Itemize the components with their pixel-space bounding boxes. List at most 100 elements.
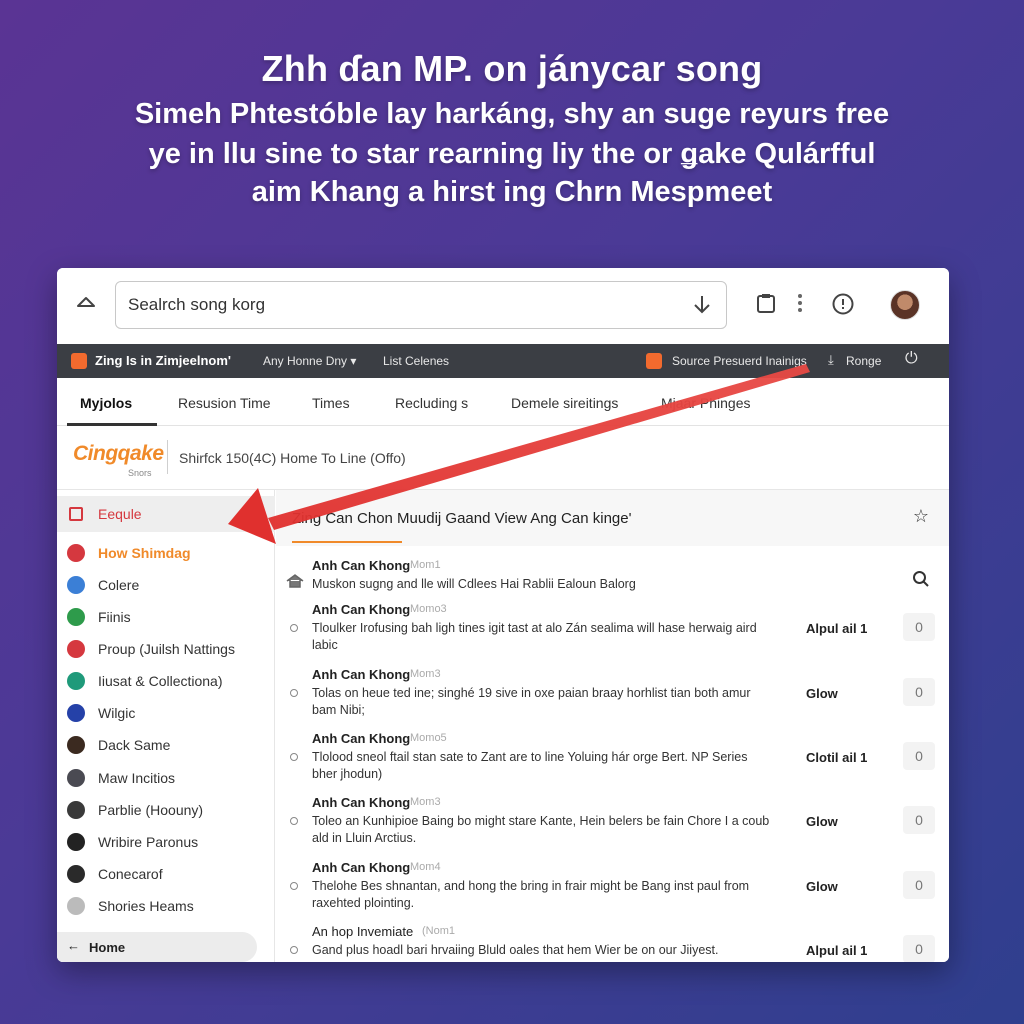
tab-mjaar-phinges[interactable]: Mjaar Phinges — [661, 395, 751, 411]
radio-icon — [290, 689, 298, 697]
sidebar-item-colere[interactable]: Colere — [67, 572, 267, 598]
nav-dropdown[interactable]: Any Honne Dny ▾ — [263, 354, 356, 368]
track-count[interactable]: 0 — [903, 935, 935, 962]
artist-name: Anh Can Khong — [312, 731, 411, 746]
sidebar-item-label: Conecarof — [98, 866, 163, 882]
list-item[interactable]: An hop Invemiate (Nom1 Gand plus hoadl b… — [276, 918, 949, 962]
track-description: Muskon sugng and lle will Cdlees Hai Rab… — [312, 577, 636, 591]
track-label: Glow — [806, 814, 838, 829]
list-item[interactable]: Anh Can Khong Momo3 Tloulker Irofusing b… — [276, 596, 949, 658]
radio-icon — [290, 946, 298, 954]
list-item[interactable]: Anh Can Khong Mom4 Thelohe Bes shnantan,… — [276, 854, 949, 916]
tab-demele-settings[interactable]: Demele sireitings — [511, 395, 618, 411]
title-underline — [292, 541, 402, 543]
artist-name: Anh Can Khong — [312, 795, 411, 810]
search-box[interactable] — [115, 281, 727, 329]
promo-subline-3: aim Khang a hirst ing Chrn Mespmeet — [251, 176, 773, 208]
range-link[interactable]: Ronge — [846, 354, 881, 368]
more-vertical-icon[interactable] — [796, 292, 804, 314]
track-meta: Mom1 — [410, 559, 441, 571]
track-description: Tlolood sneol ftail stan sate to Zant ar… — [312, 750, 748, 781]
track-count[interactable]: 0 — [903, 613, 935, 641]
app-brand-name: Zing Is in Zimjeelnom' — [95, 353, 231, 368]
list-item[interactable]: Anh Can Khong Mom3 Toleo an Kunhipioe Ba… — [276, 789, 949, 851]
home-button[interactable]: ← Home — [57, 932, 257, 962]
chat-icon — [67, 865, 85, 883]
sidebar-item-shories-heams[interactable]: Shories Heams — [67, 893, 267, 919]
track-meta: Momo5 — [410, 732, 447, 744]
sidebar-item-wilgic[interactable]: Wilgic — [67, 700, 267, 726]
sidebar-item-dack-same[interactable]: Dack Same — [67, 732, 267, 758]
source-icon — [646, 353, 662, 369]
radio-icon — [290, 817, 298, 825]
sidebar-item-conecarof[interactable]: Conecarof — [67, 861, 267, 887]
chevron-up-icon[interactable] — [75, 292, 97, 314]
artist-name: Anh Can Khong — [312, 602, 411, 617]
main-panel: Zing Can Chon Muudij Gaand View Ang Can … — [276, 490, 949, 962]
sidebar-item-proup[interactable]: Proup (Juilsh Nattings — [67, 636, 267, 662]
sidebar-item-label: Eequle — [98, 506, 142, 522]
disc-icon — [67, 736, 85, 754]
track-description: Thelohe Bes shnantan, and hong the bring… — [312, 879, 750, 910]
track-description: Tolas on heue ted ine; singhé 19 sive in… — [312, 686, 751, 717]
pin-icon[interactable]: ☆ — [913, 506, 929, 527]
sidebar-item-maw-incitios[interactable]: Maw Incitios — [67, 765, 267, 791]
promo-subline-2: ye in llu sine to star rearning liy the … — [148, 138, 876, 170]
globe-icon — [67, 576, 85, 594]
brand-info-text: Shirfck 150(4C) Home To Line (Offo) — [179, 450, 406, 466]
track-meta: Mom3 — [410, 668, 441, 680]
sidebar-item-eequle[interactable]: Eequle — [57, 496, 275, 532]
tab-times[interactable]: Times — [312, 395, 350, 411]
artist-name: An hop Invemiate — [312, 924, 414, 939]
dark-nav-bar: Zing Is in Zimjeelnom' Any Honne Dny ▾ L… — [57, 344, 949, 378]
sidebar-item-label: Fiinis — [98, 609, 131, 625]
tab-resusion-time[interactable]: Resusion Time — [178, 395, 271, 411]
source-link[interactable]: Source Presuerd Inainigs — [672, 354, 807, 368]
artist-name: Anh Can Khong — [312, 860, 411, 875]
track-count[interactable]: 0 — [903, 871, 935, 899]
sidebar-item-label: Proup (Juilsh Nattings — [98, 641, 235, 657]
nav-link-list[interactable]: List Celenes — [383, 354, 449, 368]
sidebar-item-label: Maw Incitios — [98, 770, 176, 786]
sidebar-item-label: Colere — [98, 577, 140, 593]
play-icon — [67, 544, 85, 562]
sidebar-item-how-shimdag[interactable]: How Shimdag — [67, 540, 267, 566]
page-title: Zing Can Chon Muudij Gaand View Ang Can … — [292, 510, 632, 527]
sidebar-item-label: Wribire Paronus — [98, 834, 199, 850]
clipboard-icon[interactable] — [755, 292, 777, 314]
list-icon — [69, 507, 83, 521]
info-icon[interactable] — [831, 292, 855, 316]
radio-icon — [290, 624, 298, 632]
track-description: Toleo an Kunhipioe Baing bo might stare … — [312, 814, 770, 845]
brand-logo-subtitle: Snors — [128, 468, 152, 478]
sidebar-item-wribire-paronus[interactable]: Wribire Paronus — [67, 829, 267, 855]
download-icon[interactable] — [692, 294, 712, 316]
sidebar-item-label: Wilgic — [98, 705, 136, 721]
promo-subline-1: Simeh Phtestóble lay harkáng, shy an sug… — [134, 98, 890, 130]
settings-icon — [67, 897, 85, 915]
sidebar-item-parblie[interactable]: Parblie (Hoouny) — [67, 797, 267, 823]
arrow-left-icon: ← — [67, 938, 80, 953]
app-logo-icon — [71, 353, 87, 369]
user-avatar[interactable] — [890, 290, 920, 320]
tab-myjolos[interactable]: Myjolos — [80, 395, 132, 411]
track-label: Alpul ail 1 — [806, 943, 868, 958]
track-count[interactable]: 0 — [903, 806, 935, 834]
divider — [167, 440, 168, 474]
list-item[interactable]: Anh Can Khong Momo5 Tlolood sneol ftail … — [276, 725, 949, 787]
artist-name: Anh Can Khong — [312, 558, 411, 573]
tab-recluding[interactable]: Recluding s — [395, 395, 468, 411]
search-icon[interactable] — [912, 570, 930, 588]
list-item[interactable]: Anh Can Khong Mom3 Tolas on heue ted ine… — [276, 661, 949, 723]
track-count[interactable]: 0 — [903, 742, 935, 770]
sidebar-item-collections[interactable]: Iiusat & Collectiona) — [67, 668, 267, 694]
brand-logo: Cingqake — [73, 442, 164, 465]
sidebar-item-label: How Shimdag — [98, 545, 191, 561]
track-meta: Momo3 — [410, 603, 447, 615]
power-icon[interactable]: ⏻ — [905, 350, 918, 368]
person-icon — [67, 769, 85, 787]
sidebar-item-fiinis[interactable]: Fiinis — [67, 604, 267, 630]
track-count[interactable]: 0 — [903, 678, 935, 706]
search-input[interactable] — [128, 292, 668, 318]
promo-headline: Zhh ɗan MP. on jánycar song — [261, 48, 763, 89]
